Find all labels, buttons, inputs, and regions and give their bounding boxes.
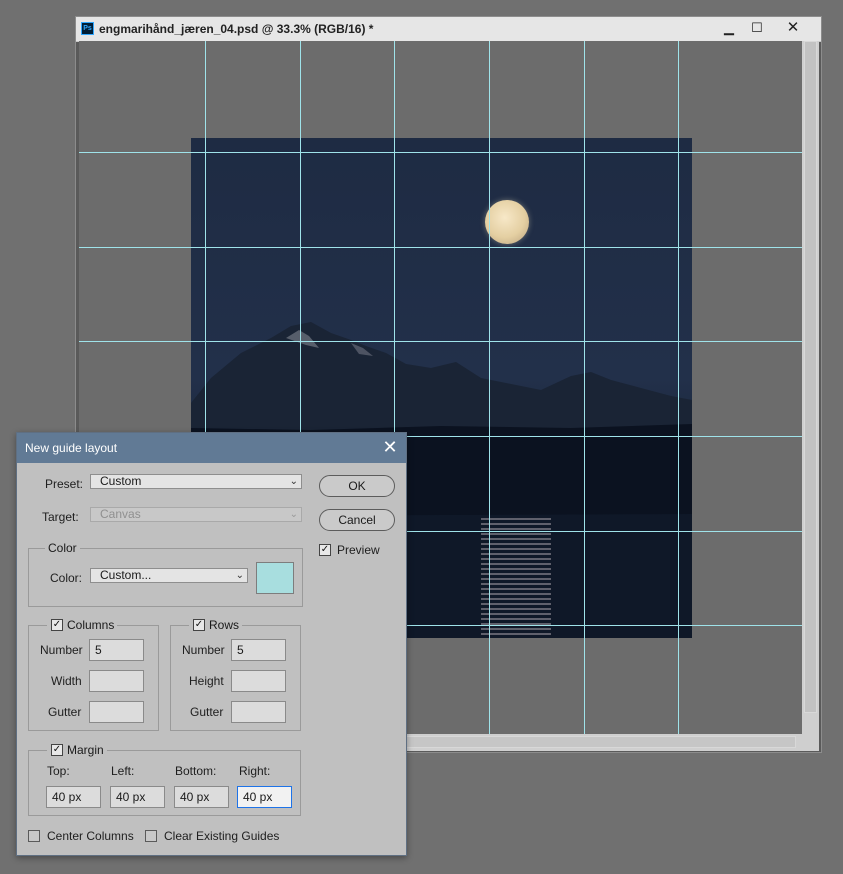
guide-vertical[interactable] (489, 41, 490, 734)
guide-horizontal[interactable] (79, 341, 802, 342)
columns-checkbox[interactable]: ✓ (51, 619, 63, 631)
margin-checkbox[interactable]: ✓ (51, 744, 63, 756)
margin-bottom-input[interactable]: 40 px (174, 786, 229, 808)
ok-button[interactable]: OK (319, 475, 395, 497)
margin-bottom-label: Bottom: (175, 764, 217, 778)
columns-width-input[interactable] (89, 670, 144, 692)
margin-right-input[interactable]: 40 px (237, 786, 292, 808)
vertical-scroll-thumb[interactable] (804, 41, 817, 713)
columns-width-label: Width (51, 674, 82, 688)
document-title: engmarihånd_jæren_04.psd @ 33.3% (RGB/16… (99, 22, 374, 36)
columns-gutter-label: Gutter (48, 705, 82, 719)
dialog-titlebar[interactable]: New guide layout ✕ (17, 433, 406, 463)
margin-top-label: Top: (47, 764, 70, 778)
color-swatch[interactable] (256, 562, 294, 594)
target-label: Target: (42, 510, 79, 524)
rows-height-label: Height (189, 674, 224, 688)
preset-value: Custom (100, 474, 142, 488)
color-value: Custom... (100, 568, 152, 582)
preset-select[interactable]: Custom ⌄ (90, 474, 302, 489)
photoshop-app-icon: Ps (81, 22, 94, 35)
preview-checkbox[interactable]: ✓ (319, 544, 331, 556)
document-titlebar[interactable]: Ps engmarihånd_jæren_04.psd @ 33.3% (RGB… (76, 17, 821, 42)
rows-number-input[interactable]: 5 (231, 639, 286, 661)
moon (485, 200, 529, 244)
color-label: Color: (50, 571, 83, 585)
rows-height-input[interactable] (231, 670, 286, 692)
color-select[interactable]: Custom... ⌄ (90, 568, 248, 583)
chevron-down-icon: ⌄ (289, 509, 298, 520)
center-columns-checkbox[interactable] (28, 830, 40, 842)
chevron-down-icon: ⌄ (289, 476, 298, 487)
guide-horizontal[interactable] (79, 247, 802, 248)
guide-vertical[interactable] (678, 41, 679, 734)
clear-existing-guides-label: Clear Existing Guides (164, 829, 280, 843)
clear-existing-guides-checkbox[interactable] (145, 830, 157, 842)
rows-gutter-input[interactable] (231, 701, 286, 723)
target-value: Canvas (100, 507, 141, 521)
margin-top-input[interactable]: 40 px (46, 786, 101, 808)
center-columns-label: Center Columns (47, 829, 134, 843)
dialog-close-icon[interactable]: ✕ (379, 436, 401, 458)
rows-checkbox[interactable]: ✓ (193, 619, 205, 631)
margin-left-input[interactable]: 40 px (110, 786, 165, 808)
preset-label: Preset: (45, 477, 84, 491)
rows-number-label: Number (182, 643, 225, 657)
color-group-title: Color (45, 541, 80, 555)
margin-left-label: Left: (111, 764, 135, 778)
maximize-button[interactable]: ☐ (740, 17, 774, 41)
columns-number-input[interactable]: 5 (89, 639, 144, 661)
guide-horizontal[interactable] (79, 152, 802, 153)
guide-vertical[interactable] (584, 41, 585, 734)
columns-number-label: Number (40, 643, 83, 657)
moon-reflection (481, 518, 551, 638)
target-select: Canvas ⌄ (90, 507, 302, 522)
new-guide-layout-dialog: New guide layout ✕ Preset: Custom ⌄ Targ… (16, 432, 407, 856)
columns-gutter-input[interactable] (89, 701, 144, 723)
chevron-down-icon: ⌄ (235, 570, 244, 581)
dialog-title: New guide layout (25, 441, 118, 455)
cancel-button[interactable]: Cancel (319, 509, 395, 531)
preview-label: Preview (337, 543, 380, 557)
rows-gutter-label: Gutter (190, 705, 224, 719)
close-document-button[interactable]: ✕ (774, 17, 812, 41)
margin-right-label: Right: (239, 764, 271, 778)
